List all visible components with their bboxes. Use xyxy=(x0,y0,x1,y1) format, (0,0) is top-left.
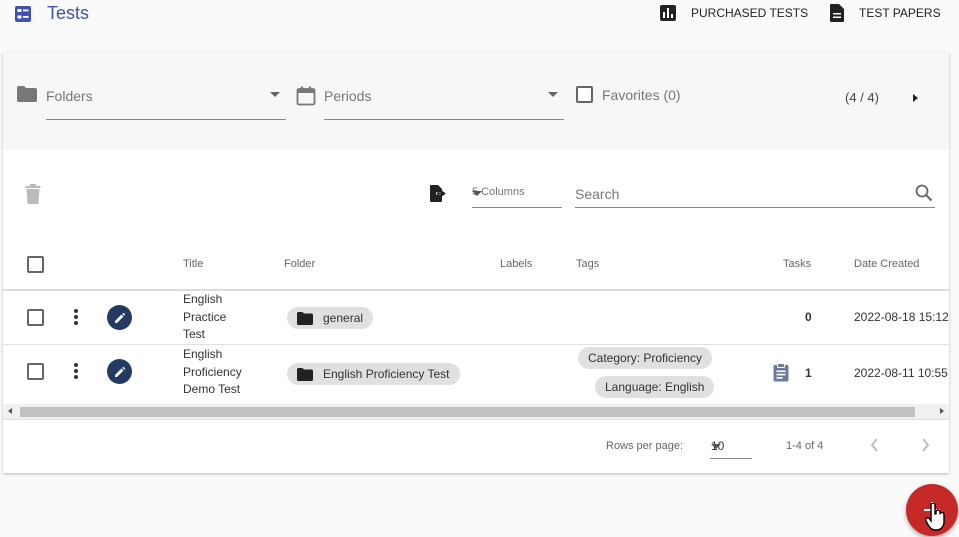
folders-label: Folders xyxy=(46,88,93,104)
favorites-checkbox[interactable] xyxy=(576,86,593,103)
folder-chip-label: general xyxy=(323,311,364,325)
folders-select[interactable]: Folders xyxy=(46,78,286,120)
test-papers-label: TEST PAPERS xyxy=(859,6,941,20)
folder-chip-label: English Proficiency Test xyxy=(323,367,450,381)
select-all-checkbox[interactable] xyxy=(27,256,44,273)
column-header-folder[interactable]: Folder xyxy=(284,258,315,270)
export-icon[interactable] xyxy=(429,184,447,202)
folder-icon xyxy=(17,86,37,102)
search-input[interactable] xyxy=(575,183,905,205)
tag-chip-label: Category: Proficiency xyxy=(588,351,703,365)
horizontal-scrollbar[interactable] xyxy=(3,404,949,419)
search-icon[interactable] xyxy=(915,184,933,202)
column-header-date-created[interactable]: Date Created xyxy=(854,258,919,270)
add-test-button[interactable] xyxy=(906,484,958,536)
folder-icon xyxy=(297,311,313,325)
page-count: (4 / 4) xyxy=(845,90,879,105)
table-header: Title Folder Labels Tags Tasks Date Crea… xyxy=(3,240,949,291)
scrollbar-thumb[interactable] xyxy=(20,407,915,417)
calendar-icon xyxy=(296,86,316,106)
pencil-icon xyxy=(114,366,125,377)
title-line: Practice xyxy=(183,309,227,324)
chevron-down-icon xyxy=(270,92,280,97)
table-pagination: Rows per page: 10 1-4 of 4 xyxy=(3,419,949,473)
date-created: 2022-08-18 15:12 xyxy=(854,310,949,324)
document-icon xyxy=(830,4,844,22)
more-vert-icon[interactable] xyxy=(73,362,79,380)
columns-select[interactable]: 5 Columns xyxy=(472,182,562,208)
folder-chip[interactable]: general xyxy=(287,307,374,329)
table-toolbar: 5 Columns xyxy=(3,150,949,240)
column-header-tasks[interactable]: Tasks xyxy=(783,258,811,270)
favorites-label: Favorites (0) xyxy=(602,86,681,103)
tasks-count: 1 xyxy=(805,366,812,380)
favorites-toggle[interactable]: Favorites (0) xyxy=(576,86,681,103)
tests-card: Folders Periods Favorites (0) (4 / 4) 5 … xyxy=(3,52,949,473)
periods-select[interactable]: Periods xyxy=(324,78,564,120)
page-title: Tests xyxy=(47,3,90,23)
purchased-tests-label: PURCHASED TESTS xyxy=(691,6,809,20)
pencil-icon xyxy=(114,312,125,323)
edit-button[interactable] xyxy=(107,305,132,330)
scroll-left-arrow-icon[interactable] xyxy=(8,408,12,414)
row-checkbox[interactable] xyxy=(27,363,44,380)
table-row[interactable]: English Proficiency Demo Test English Pr… xyxy=(3,345,949,404)
scroll-right-arrow-icon[interactable] xyxy=(940,408,944,414)
folder-icon xyxy=(297,367,313,381)
title-line: Demo Test xyxy=(183,382,241,396)
title-line: English xyxy=(183,292,223,306)
chevron-right-icon[interactable] xyxy=(921,437,931,453)
test-title: English Proficiency Demo Test xyxy=(183,346,253,399)
next-page-arrow-icon[interactable] xyxy=(913,94,918,102)
rows-per-page-select[interactable]: 10 xyxy=(710,435,752,459)
column-header-labels[interactable]: Labels xyxy=(500,258,532,270)
test-title: English Practice Test xyxy=(183,291,253,344)
edit-button[interactable] xyxy=(107,359,132,384)
table-row[interactable]: English Practice Test general 0 2022-08-… xyxy=(3,291,949,345)
column-header-title[interactable]: Title xyxy=(183,258,203,270)
chevron-down-icon xyxy=(711,444,721,449)
title-line: English xyxy=(183,347,223,361)
page-range: 1-4 of 4 xyxy=(786,440,824,452)
folder-chip[interactable]: English Proficiency Test xyxy=(287,363,460,385)
title-line: Proficiency xyxy=(183,364,242,379)
chevron-down-icon xyxy=(472,191,482,196)
top-bar: Tests PURCHASED TESTS TEST PAPERS xyxy=(0,0,959,28)
chevron-down-icon xyxy=(548,92,558,97)
date-created: 2022-08-11 10:55 xyxy=(854,366,948,380)
tag-chip-label: Language: English xyxy=(605,380,705,394)
tag-chip[interactable]: Language: English xyxy=(595,376,715,398)
bar-chart-icon xyxy=(660,5,676,21)
search-field xyxy=(575,180,935,208)
tag-chip[interactable]: Category: Proficiency xyxy=(578,347,713,369)
chevron-left-icon[interactable] xyxy=(869,437,879,453)
tasks-count: 0 xyxy=(805,310,812,324)
delete-icon[interactable] xyxy=(25,184,41,204)
title-line: Test xyxy=(183,327,206,341)
plus-icon xyxy=(924,502,940,518)
filter-bar: Folders Periods Favorites (0) (4 / 4) xyxy=(3,52,949,150)
column-header-tags[interactable]: Tags xyxy=(576,258,599,270)
dashboard-list-icon xyxy=(15,6,31,22)
clipboard-icon xyxy=(773,363,789,382)
test-papers-button[interactable]: TEST PAPERS xyxy=(829,3,941,23)
rows-per-page-label: Rows per page: xyxy=(606,440,684,452)
more-vert-icon[interactable] xyxy=(73,308,79,326)
purchased-tests-button[interactable]: PURCHASED TESTS xyxy=(659,3,808,23)
row-checkbox[interactable] xyxy=(27,309,44,326)
periods-label: Periods xyxy=(324,88,372,104)
